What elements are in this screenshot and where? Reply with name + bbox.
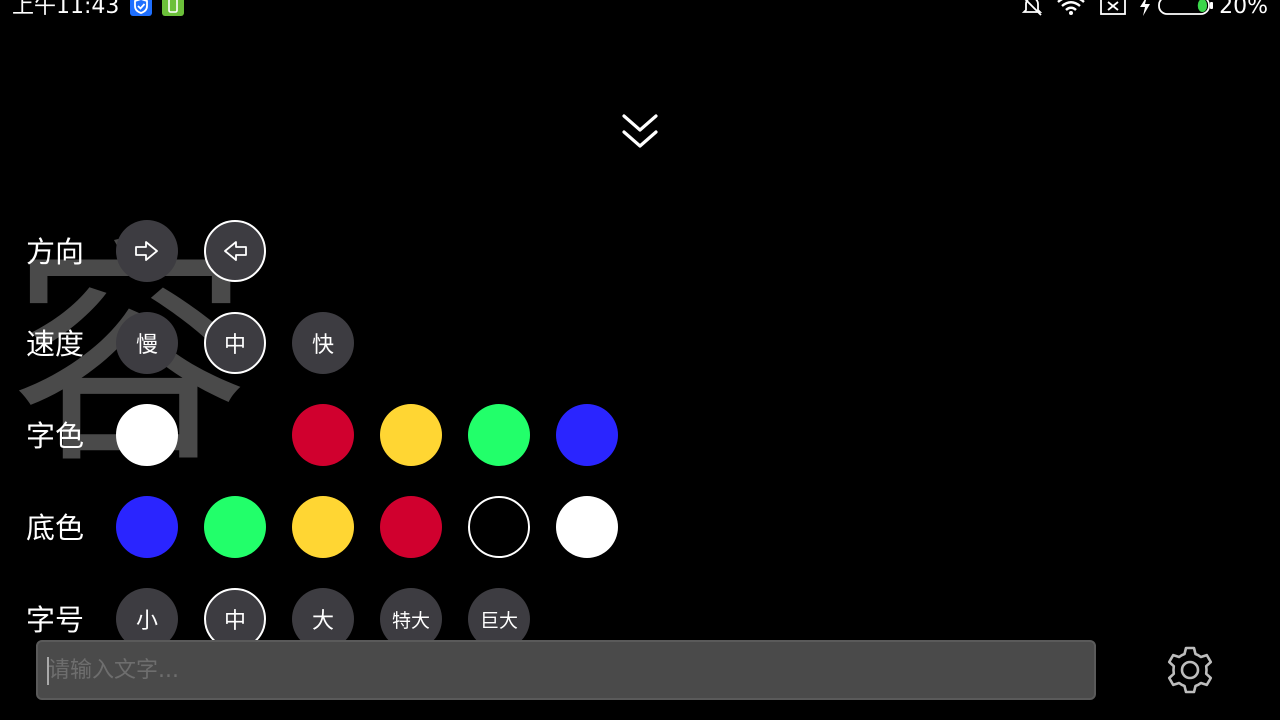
bg-color-white-swatch[interactable] [556,496,618,558]
screen: 上午11:43 20% 方向 速度 慢 中 快 字色 底色 字号 小 中 大 特… [0,0,1280,720]
bg-color-black-swatch[interactable] [468,496,530,558]
text-input[interactable] [48,642,1078,698]
text-color-white-swatch[interactable] [116,404,178,466]
direction-left-button[interactable] [204,220,266,282]
bg-color-yellow-swatch[interactable] [292,496,354,558]
text-caret [47,657,49,685]
arrow-right-icon [135,241,158,261]
collapse-panel-button[interactable] [616,108,664,158]
bg-color-blue-swatch[interactable] [116,496,178,558]
direction-row: 方向 [0,220,700,284]
bell-off-icon [1020,0,1044,20]
speed-medium-button[interactable]: 中 [204,312,266,374]
arrow-left-icon [224,241,247,261]
bg-color-red-swatch[interactable] [380,496,442,558]
battery-icon [1158,0,1214,20]
sim-none-icon [1100,0,1126,20]
direction-right-button[interactable] [116,220,178,282]
speed-fast-button[interactable]: 快 [292,312,354,374]
text-color-yellow-swatch[interactable] [380,404,442,466]
status-bar: 上午11:43 20% [0,0,1280,22]
status-time: 上午11:43 [12,0,120,19]
text-color-green-swatch[interactable] [468,404,530,466]
settings-button[interactable] [1162,642,1218,698]
text-input-container [36,640,1096,700]
font-size-label: 字号 [26,603,85,637]
double-chevron-down-icon [622,114,658,148]
phone-app-icon [162,0,184,20]
speed-slow-button[interactable]: 慢 [116,312,178,374]
gear-icon [1167,646,1213,694]
background-color-row: 底色 [0,496,700,560]
background-color-label: 底色 [26,511,85,545]
bg-color-green-swatch[interactable] [204,496,266,558]
speed-label: 速度 [26,327,85,361]
charging-icon [1138,0,1152,20]
shield-app-icon [130,0,152,20]
wifi-icon [1056,0,1086,20]
text-color-black-swatch[interactable] [204,404,266,466]
text-color-red-swatch[interactable] [292,404,354,466]
text-color-label: 字色 [26,419,85,453]
text-color-row: 字色 [0,404,700,468]
text-color-blue-swatch[interactable] [556,404,618,466]
speed-row: 速度 慢 中 快 [0,312,700,376]
battery-percent: 20% [1219,0,1268,19]
direction-label: 方向 [26,235,85,269]
